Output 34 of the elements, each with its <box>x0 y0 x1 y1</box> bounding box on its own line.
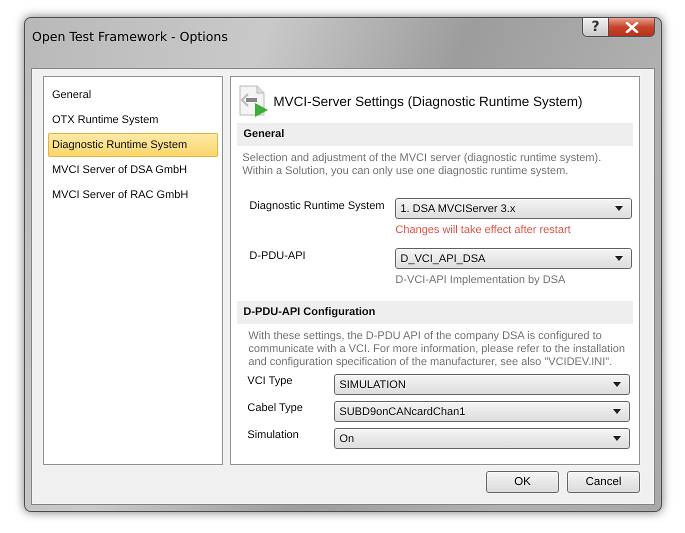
section-header: General <box>237 123 633 146</box>
dropdown[interactable]: D_VCI_API_DSA <box>395 248 632 269</box>
sidebar-item[interactable]: OTX Runtime System <box>48 108 218 132</box>
close-button[interactable] <box>609 17 655 37</box>
dropdown[interactable]: On <box>334 428 630 449</box>
field-label: D-PDU-API <box>249 249 307 262</box>
dropdown[interactable]: 1. DSA MVCIServer 3.x <box>395 198 632 219</box>
field-label: Cabel Type <box>247 401 304 414</box>
sidebar-item[interactable]: Diagnostic Runtime System <box>48 133 218 157</box>
section-description: Selection and adjustment of the MVCI server (diagnostic runtime system). Within a Solution, you can only use one diagnostic runtime system. <box>241 151 602 178</box>
file-play-icon <box>237 85 270 117</box>
field-label: Simulation <box>247 428 300 441</box>
caret-icon <box>613 382 622 387</box>
hint-text: Changes will take effect after restart <box>395 224 572 238</box>
sidebar-item[interactable]: General <box>48 83 218 107</box>
ok-button[interactable]: OK <box>486 471 559 493</box>
window-title: Open Test Framework - Options <box>32 29 228 44</box>
hint-text: D-VCI-API Implementation by DSA <box>395 274 566 288</box>
field-label: VCI Type <box>247 374 294 387</box>
caret-icon <box>615 206 624 211</box>
close-icon <box>624 22 638 32</box>
panel-title: MVCI-Server Settings (Diagnostic Runtime System) <box>273 94 582 108</box>
caret-icon <box>615 256 624 261</box>
caret-icon <box>613 409 622 414</box>
sidebar-item[interactable]: MVCI Server of DSA GmbH <box>48 158 218 182</box>
field-label: Diagnostic Runtime System <box>249 199 386 212</box>
help-button[interactable]: ? <box>582 17 609 37</box>
caret-icon <box>613 436 622 441</box>
section-description: With these settings, the D-PDU API of the company DSA is configured to communicate with a VCI. For more information, please refer to the installation and configuration specification of the manufacturer, see also "VCIDEV.INI". <box>247 329 626 369</box>
cancel-button[interactable]: Cancel <box>567 471 640 493</box>
sidebar-item[interactable]: MVCI Server of RAC GmbH <box>48 183 218 207</box>
dropdown[interactable]: SIMULATION <box>334 374 630 395</box>
section-header: D-PDU-API Configuration <box>237 301 633 324</box>
dropdown[interactable]: SUBD9onCANcardChan1 <box>334 401 630 422</box>
